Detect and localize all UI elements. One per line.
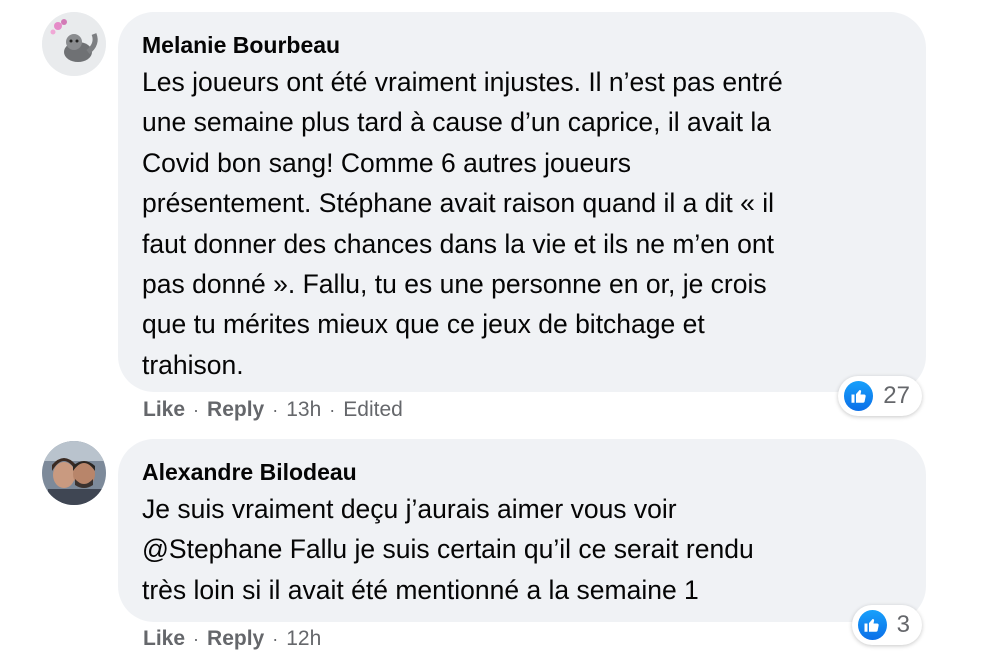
reaction-count: 27 bbox=[883, 382, 910, 409]
thumbs-up-icon bbox=[844, 381, 874, 411]
comment-author[interactable]: Melanie Bourbeau bbox=[142, 30, 900, 60]
separator: · bbox=[329, 399, 336, 420]
avatar-melanie-bourbeau[interactable] bbox=[42, 12, 106, 76]
comment-text: Je suis vraiment deçu j’aurais aimer vou… bbox=[142, 494, 754, 605]
reply-link[interactable]: Reply bbox=[207, 398, 264, 422]
separator: · bbox=[272, 628, 279, 649]
avatar-alexandre-bilodeau[interactable] bbox=[42, 441, 106, 505]
comment-bubble: Melanie Bourbeau Les joueurs ont été vra… bbox=[118, 12, 926, 392]
separator: · bbox=[193, 628, 200, 649]
timestamp[interactable]: 12h bbox=[286, 627, 321, 651]
avatar-image bbox=[42, 12, 106, 76]
avatar-image bbox=[42, 441, 106, 505]
timestamp[interactable]: 13h bbox=[286, 398, 321, 422]
reaction-summary[interactable]: 27 bbox=[838, 376, 922, 416]
like-link[interactable]: Like bbox=[143, 398, 185, 422]
edited-label[interactable]: Edited bbox=[343, 398, 403, 422]
comment-bubble: Alexandre Bilodeau Je suis vraiment deçu… bbox=[118, 439, 926, 622]
reaction-summary[interactable]: 3 bbox=[852, 605, 922, 645]
reaction-count: 3 bbox=[896, 611, 910, 638]
comment-text: Les joueurs ont été vraiment injustes. I… bbox=[142, 67, 783, 380]
comment-actions: Like · Reply · 12h bbox=[143, 627, 321, 651]
reply-link[interactable]: Reply bbox=[207, 627, 264, 651]
separator: · bbox=[272, 399, 279, 420]
like-link[interactable]: Like bbox=[143, 627, 185, 651]
comment-author[interactable]: Alexandre Bilodeau bbox=[142, 457, 900, 487]
thumbs-up-icon bbox=[858, 610, 887, 640]
comment-actions: Like · Reply · 13h · Edited bbox=[143, 398, 403, 422]
separator: · bbox=[193, 399, 200, 420]
